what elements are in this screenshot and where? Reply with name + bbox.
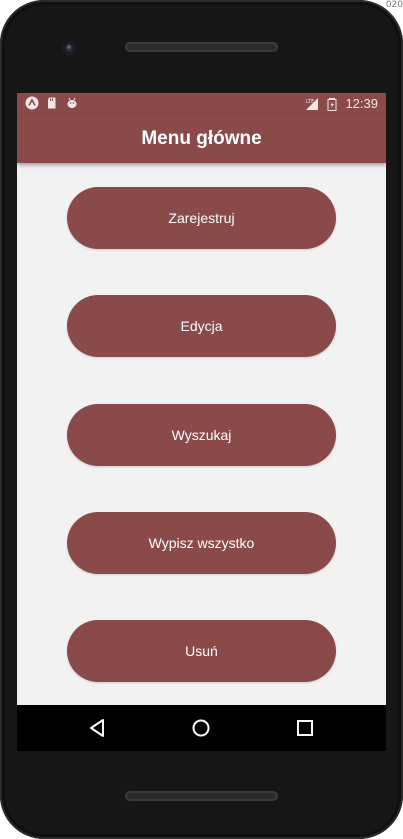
register-button[interactable]: Zarejestruj [67,187,336,249]
page-title: Menu główne [141,128,262,149]
delete-button[interactable]: Usuń [67,620,336,682]
android-debug-icon [67,97,77,108]
app-bar: Menu główne [17,115,386,163]
list-all-button[interactable]: Wypisz wszystko [67,512,336,574]
corner-text: 020 [385,0,403,10]
recents-icon[interactable] [294,717,316,739]
earpiece-speaker [125,42,278,52]
sd-card-icon [48,97,56,109]
lte-signal-icon: LTE [306,98,319,110]
navigation-bar [17,705,386,751]
status-time: 12:39 [345,96,378,111]
back-icon[interactable] [87,717,109,739]
screen: LTE 12:39 Menu główne Zarejestruj Edycja… [17,93,386,705]
search-button[interactable]: Wyszukaj [67,404,336,466]
home-icon[interactable] [190,717,212,739]
bottom-speaker [125,791,278,801]
front-camera [62,41,76,55]
app-launcher-icon [25,96,39,110]
edit-button[interactable]: Edycja [67,295,336,357]
svg-text:LTE: LTE [306,99,314,105]
battery-icon [327,98,337,111]
phone-frame: 020 LTE 12:39 Menu główne Zarejestruj Ed… [0,0,403,839]
status-bar: LTE 12:39 [17,93,386,115]
